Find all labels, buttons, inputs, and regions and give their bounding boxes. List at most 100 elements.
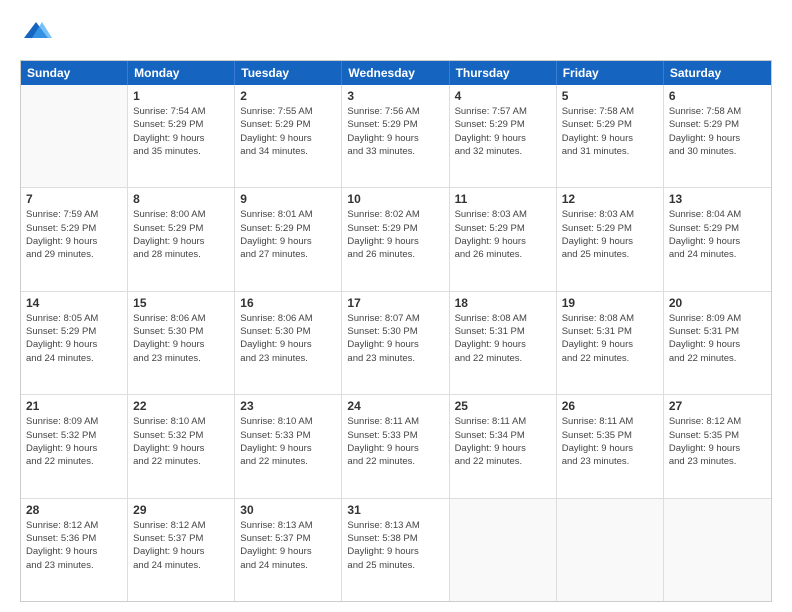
cal-cell: 27 Sunrise: 8:12 AM Sunset: 5:35 PM Dayli… [664,395,771,497]
cal-header-cell: Friday [557,61,664,85]
cal-cell: 12 Sunrise: 8:03 AM Sunset: 5:29 PM Dayli… [557,188,664,290]
cal-cell [664,499,771,601]
calendar-body: 1 Sunrise: 7:54 AM Sunset: 5:29 PM Daylig… [21,85,771,601]
day-info: Sunrise: 7:57 AM Sunset: 5:29 PM Dayligh… [455,105,551,158]
day-info: Sunrise: 8:10 AM Sunset: 5:32 PM Dayligh… [133,415,229,468]
cal-cell: 28 Sunrise: 8:12 AM Sunset: 5:36 PM Dayli… [21,499,128,601]
calendar: SundayMondayTuesdayWednesdayThursdayFrid… [20,60,772,602]
day-number: 26 [562,399,658,413]
day-info: Sunrise: 7:58 AM Sunset: 5:29 PM Dayligh… [562,105,658,158]
day-info: Sunrise: 8:12 AM Sunset: 5:35 PM Dayligh… [669,415,766,468]
cal-cell: 31 Sunrise: 8:13 AM Sunset: 5:38 PM Dayli… [342,499,449,601]
cal-cell: 19 Sunrise: 8:08 AM Sunset: 5:31 PM Dayli… [557,292,664,394]
day-number: 5 [562,89,658,103]
day-number: 3 [347,89,443,103]
logo [20,18,56,50]
day-info: Sunrise: 8:09 AM Sunset: 5:32 PM Dayligh… [26,415,122,468]
cal-cell: 7Sunrise: 7:59 AM Sunset: 5:29 PM Daylig… [21,188,128,290]
day-number: 25 [455,399,551,413]
cal-cell: 8 Sunrise: 8:00 AM Sunset: 5:29 PM Daylig… [128,188,235,290]
day-info: Sunrise: 7:59 AM Sunset: 5:29 PM Dayligh… [26,208,122,261]
cal-week-row: 1 Sunrise: 7:54 AM Sunset: 5:29 PM Daylig… [21,85,771,188]
cal-cell: 15 Sunrise: 8:06 AM Sunset: 5:30 PM Dayli… [128,292,235,394]
cal-header-cell: Monday [128,61,235,85]
cal-cell: 3Sunrise: 7:56 AM Sunset: 5:29 PM Daylig… [342,85,449,187]
cal-cell: 21 Sunrise: 8:09 AM Sunset: 5:32 PM Dayli… [21,395,128,497]
day-number: 4 [455,89,551,103]
day-number: 14 [26,296,122,310]
day-number: 28 [26,503,122,517]
day-info: Sunrise: 8:12 AM Sunset: 5:37 PM Dayligh… [133,519,229,572]
day-info: Sunrise: 8:00 AM Sunset: 5:29 PM Dayligh… [133,208,229,261]
day-number: 29 [133,503,229,517]
day-info: Sunrise: 7:58 AM Sunset: 5:29 PM Dayligh… [669,105,766,158]
day-number: 12 [562,192,658,206]
day-info: Sunrise: 7:54 AM Sunset: 5:29 PM Dayligh… [133,105,229,158]
day-number: 9 [240,192,336,206]
day-number: 6 [669,89,766,103]
cal-cell: 2 Sunrise: 7:55 AM Sunset: 5:29 PM Daylig… [235,85,342,187]
cal-header-cell: Tuesday [235,61,342,85]
day-info: Sunrise: 8:11 AM Sunset: 5:35 PM Dayligh… [562,415,658,468]
cal-cell [450,499,557,601]
day-number: 8 [133,192,229,206]
day-number: 1 [133,89,229,103]
day-number: 22 [133,399,229,413]
cal-cell: 24Sunrise: 8:11 AM Sunset: 5:33 PM Dayli… [342,395,449,497]
day-number: 24 [347,399,443,413]
cal-week-row: 14 Sunrise: 8:05 AM Sunset: 5:29 PM Dayli… [21,292,771,395]
day-info: Sunrise: 8:08 AM Sunset: 5:31 PM Dayligh… [562,312,658,365]
day-number: 2 [240,89,336,103]
day-number: 27 [669,399,766,413]
day-number: 15 [133,296,229,310]
cal-cell: 10 Sunrise: 8:02 AM Sunset: 5:29 PM Dayli… [342,188,449,290]
cal-cell: 6 Sunrise: 7:58 AM Sunset: 5:29 PM Daylig… [664,85,771,187]
cal-cell: 17 Sunrise: 8:07 AM Sunset: 5:30 PM Dayli… [342,292,449,394]
day-info: Sunrise: 8:07 AM Sunset: 5:30 PM Dayligh… [347,312,443,365]
cal-cell: 22 Sunrise: 8:10 AM Sunset: 5:32 PM Dayli… [128,395,235,497]
cal-cell [557,499,664,601]
day-info: Sunrise: 8:13 AM Sunset: 5:37 PM Dayligh… [240,519,336,572]
cal-cell: 4 Sunrise: 7:57 AM Sunset: 5:29 PM Daylig… [450,85,557,187]
day-info: Sunrise: 8:03 AM Sunset: 5:29 PM Dayligh… [455,208,551,261]
cal-cell: 13 Sunrise: 8:04 AM Sunset: 5:29 PM Dayli… [664,188,771,290]
cal-week-row: 28 Sunrise: 8:12 AM Sunset: 5:36 PM Dayli… [21,499,771,601]
cal-cell [21,85,128,187]
day-number: 19 [562,296,658,310]
day-number: 20 [669,296,766,310]
cal-header-cell: Thursday [450,61,557,85]
day-number: 31 [347,503,443,517]
cal-cell: 20 Sunrise: 8:09 AM Sunset: 5:31 PM Dayli… [664,292,771,394]
day-info: Sunrise: 8:09 AM Sunset: 5:31 PM Dayligh… [669,312,766,365]
day-number: 10 [347,192,443,206]
day-info: Sunrise: 8:12 AM Sunset: 5:36 PM Dayligh… [26,519,122,572]
cal-cell: 23Sunrise: 8:10 AM Sunset: 5:33 PM Dayli… [235,395,342,497]
day-number: 18 [455,296,551,310]
day-number: 21 [26,399,122,413]
day-info: Sunrise: 8:03 AM Sunset: 5:29 PM Dayligh… [562,208,658,261]
day-info: Sunrise: 7:55 AM Sunset: 5:29 PM Dayligh… [240,105,336,158]
day-info: Sunrise: 8:13 AM Sunset: 5:38 PM Dayligh… [347,519,443,572]
cal-cell: 29 Sunrise: 8:12 AM Sunset: 5:37 PM Dayli… [128,499,235,601]
day-info: Sunrise: 8:02 AM Sunset: 5:29 PM Dayligh… [347,208,443,261]
day-number: 11 [455,192,551,206]
header [20,18,772,50]
cal-cell: 14 Sunrise: 8:05 AM Sunset: 5:29 PM Dayli… [21,292,128,394]
cal-cell: 18Sunrise: 8:08 AM Sunset: 5:31 PM Dayli… [450,292,557,394]
day-number: 30 [240,503,336,517]
cal-cell: 25Sunrise: 8:11 AM Sunset: 5:34 PM Dayli… [450,395,557,497]
cal-header-cell: Wednesday [342,61,449,85]
day-info: Sunrise: 8:04 AM Sunset: 5:29 PM Dayligh… [669,208,766,261]
day-info: Sunrise: 8:06 AM Sunset: 5:30 PM Dayligh… [133,312,229,365]
cal-header-cell: Sunday [21,61,128,85]
day-info: Sunrise: 8:05 AM Sunset: 5:29 PM Dayligh… [26,312,122,365]
day-number: 17 [347,296,443,310]
cal-cell: 9 Sunrise: 8:01 AM Sunset: 5:29 PM Daylig… [235,188,342,290]
day-info: Sunrise: 8:06 AM Sunset: 5:30 PM Dayligh… [240,312,336,365]
cal-week-row: 21 Sunrise: 8:09 AM Sunset: 5:32 PM Dayli… [21,395,771,498]
day-info: Sunrise: 8:01 AM Sunset: 5:29 PM Dayligh… [240,208,336,261]
cal-week-row: 7Sunrise: 7:59 AM Sunset: 5:29 PM Daylig… [21,188,771,291]
cal-cell: 30 Sunrise: 8:13 AM Sunset: 5:37 PM Dayli… [235,499,342,601]
day-number: 16 [240,296,336,310]
day-number: 13 [669,192,766,206]
